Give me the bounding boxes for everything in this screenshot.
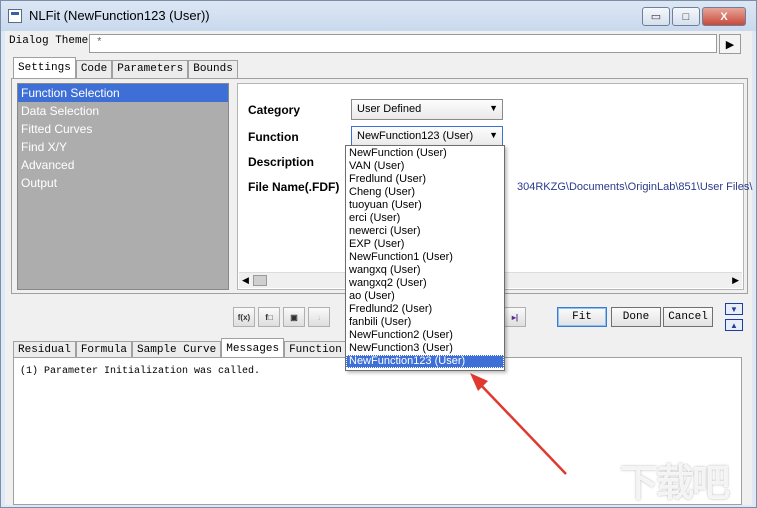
dialog-theme-label: Dialog Theme [9, 35, 89, 47]
theme-menu-arrow-icon[interactable]: ▶ [719, 34, 741, 54]
settings-nav-list: Function Selection Data Selection Fitted… [17, 83, 229, 290]
step-icon[interactable]: ↓ [308, 307, 330, 327]
dropdown-item[interactable]: wangxq2 (User) [346, 277, 504, 290]
tab-code[interactable]: Code [75, 60, 113, 78]
nav-item-function-selection[interactable]: Function Selection [18, 84, 228, 102]
function-select[interactable]: NewFunction123 (User) ▼ [351, 126, 503, 147]
category-select[interactable]: User Defined ▼ [351, 99, 503, 120]
nav-item-data-selection[interactable]: Data Selection [18, 102, 228, 120]
dropdown-item[interactable]: NewFunction2 (User) [346, 329, 504, 342]
category-label: Category [248, 103, 301, 117]
dropdown-item-selected[interactable]: NewFunction123 (User) [346, 355, 504, 368]
category-value: User Defined [357, 103, 422, 115]
dropdown-item[interactable]: newerci (User) [346, 225, 504, 238]
function-organizer-icon[interactable]: f□ [258, 307, 280, 327]
dropdown-item[interactable]: fanbili (User) [346, 316, 504, 329]
dropdown-item[interactable]: Cheng (User) [346, 186, 504, 199]
iterate-icon[interactable]: ▸| [504, 307, 526, 327]
nav-item-output[interactable]: Output [18, 174, 228, 192]
tab-bounds[interactable]: Bounds [188, 60, 238, 78]
watermark-logo: 下载吧 [620, 463, 730, 505]
window-controls: ▭ □ X [640, 7, 746, 26]
close-button[interactable]: X [702, 7, 746, 26]
dialog-theme-input[interactable]: * [89, 34, 717, 53]
function-label: Function [248, 130, 299, 144]
title-bar[interactable]: NLFit (NewFunction123 (User)) ▭ □ X [1, 1, 756, 31]
filename-label: File Name(.FDF) [248, 180, 340, 194]
function-builder-icon[interactable]: f(x) [233, 307, 255, 327]
dropdown-item[interactable]: NewFunction (User) [346, 147, 504, 160]
dropdown-item[interactable]: tuoyuan (User) [346, 199, 504, 212]
window-title: NLFit (NewFunction123 (User)) [29, 8, 210, 23]
scroll-thumb[interactable] [253, 275, 267, 286]
fit-button[interactable]: Fit [557, 307, 607, 327]
description-label: Description [248, 155, 315, 169]
dropdown-item[interactable]: Fredlund2 (User) [346, 303, 504, 316]
cancel-button[interactable]: Cancel [663, 307, 713, 327]
dropdown-item[interactable]: NewFunction1 (User) [346, 251, 504, 264]
maximize-button[interactable]: □ [672, 7, 700, 26]
collapse-up-icon[interactable]: ▼ [725, 303, 743, 315]
tab-settings[interactable]: Settings [13, 57, 76, 78]
fit-toolbar: f(x) f□ ▣ ↓ [233, 307, 333, 327]
save-icon[interactable]: ▣ [283, 307, 305, 327]
chevron-down-icon: ▼ [489, 130, 498, 140]
dropdown-item[interactable]: NewFunction3 (User) [346, 342, 504, 355]
dropdown-item[interactable]: erci (User) [346, 212, 504, 225]
app-icon [8, 9, 22, 23]
dropdown-item[interactable]: EXP (User) [346, 238, 504, 251]
nav-item-fitted-curves[interactable]: Fitted Curves [18, 120, 228, 138]
dropdown-item[interactable]: wangxq (User) [346, 264, 504, 277]
nav-item-find-xy[interactable]: Find X/Y [18, 138, 228, 156]
tab-parameters[interactable]: Parameters [112, 60, 189, 78]
done-button[interactable]: Done [611, 307, 661, 327]
tab-messages[interactable]: Messages [221, 338, 285, 359]
nav-item-advanced[interactable]: Advanced [18, 156, 228, 174]
dropdown-item[interactable]: ao (User) [346, 290, 504, 303]
dropdown-item[interactable]: VAN (User) [346, 160, 504, 173]
chevron-down-icon: ▼ [489, 103, 498, 113]
expand-down-icon[interactable]: ▲ [725, 319, 743, 331]
function-dropdown-list: NewFunction (User) VAN (User) Fredlund (… [345, 145, 505, 371]
message-line: (1) Parameter Initialization was called. [20, 366, 261, 377]
minimize-button[interactable]: ▭ [642, 7, 670, 26]
dropdown-item[interactable]: Fredlund (User) [346, 173, 504, 186]
settings-tabs: Settings Code Parameters Bounds [13, 57, 238, 78]
function-value: NewFunction123 (User) [357, 130, 474, 142]
scroll-left-icon[interactable]: ◀ [242, 275, 249, 286]
scroll-right-icon[interactable]: ▶ [732, 275, 739, 286]
filename-value: 304RKZG\Documents\OriginLab\851\User Fil… [517, 181, 753, 193]
